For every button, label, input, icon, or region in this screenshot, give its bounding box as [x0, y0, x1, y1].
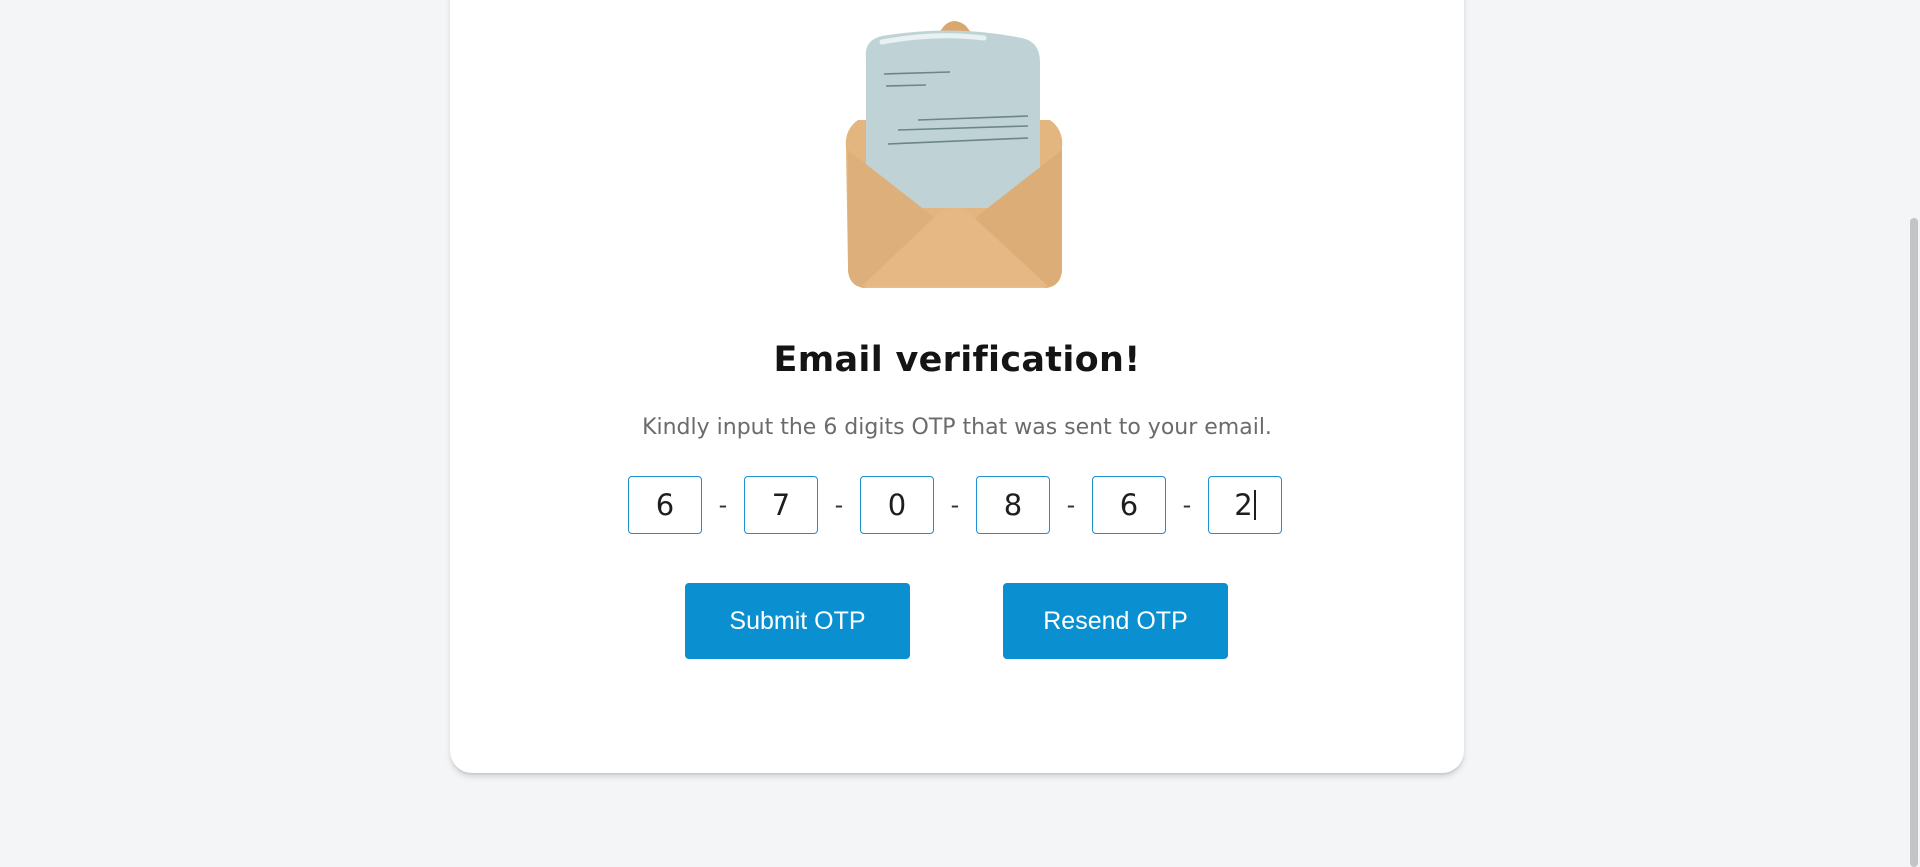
otp-digit-6-value: 2 — [1234, 488, 1253, 522]
open-envelope-icon — [845, 21, 1063, 288]
page-title: Email verification! — [773, 340, 1141, 380]
otp-digit-5[interactable]: 6 — [1092, 476, 1166, 534]
otp-digit-5-value: 6 — [1119, 488, 1139, 522]
otp-separator: - — [950, 491, 960, 519]
page: Email verification! Kindly input the 6 d… — [0, 0, 1920, 867]
otp-digit-6[interactable]: 2 — [1208, 476, 1282, 534]
otp-digit-1[interactable]: 6 — [628, 476, 702, 534]
otp-separator: - — [1182, 491, 1192, 519]
scrollbar-thumb[interactable] — [1910, 218, 1918, 867]
otp-digit-2-value: 7 — [771, 488, 791, 522]
otp-digit-3-value: 0 — [887, 488, 907, 522]
submit-otp-button[interactable]: Submit OTP — [685, 583, 910, 659]
otp-digit-1-value: 6 — [655, 488, 675, 522]
otp-separator: - — [834, 491, 844, 519]
otp-separator: - — [718, 491, 728, 519]
otp-digit-3[interactable]: 0 — [860, 476, 934, 534]
text-caret — [1253, 490, 1256, 520]
otp-digit-4-value: 8 — [1003, 488, 1023, 522]
instruction-text: Kindly input the 6 digits OTP that was s… — [642, 415, 1272, 440]
page-scrollbar[interactable] — [1906, 0, 1920, 867]
otp-input-group: 6 - 7 - 0 - 8 - 6 - 2 — [628, 476, 1282, 534]
otp-digit-2[interactable]: 7 — [744, 476, 818, 534]
otp-separator: - — [1066, 491, 1076, 519]
otp-digit-4[interactable]: 8 — [976, 476, 1050, 534]
resend-otp-button[interactable]: Resend OTP — [1003, 583, 1228, 659]
